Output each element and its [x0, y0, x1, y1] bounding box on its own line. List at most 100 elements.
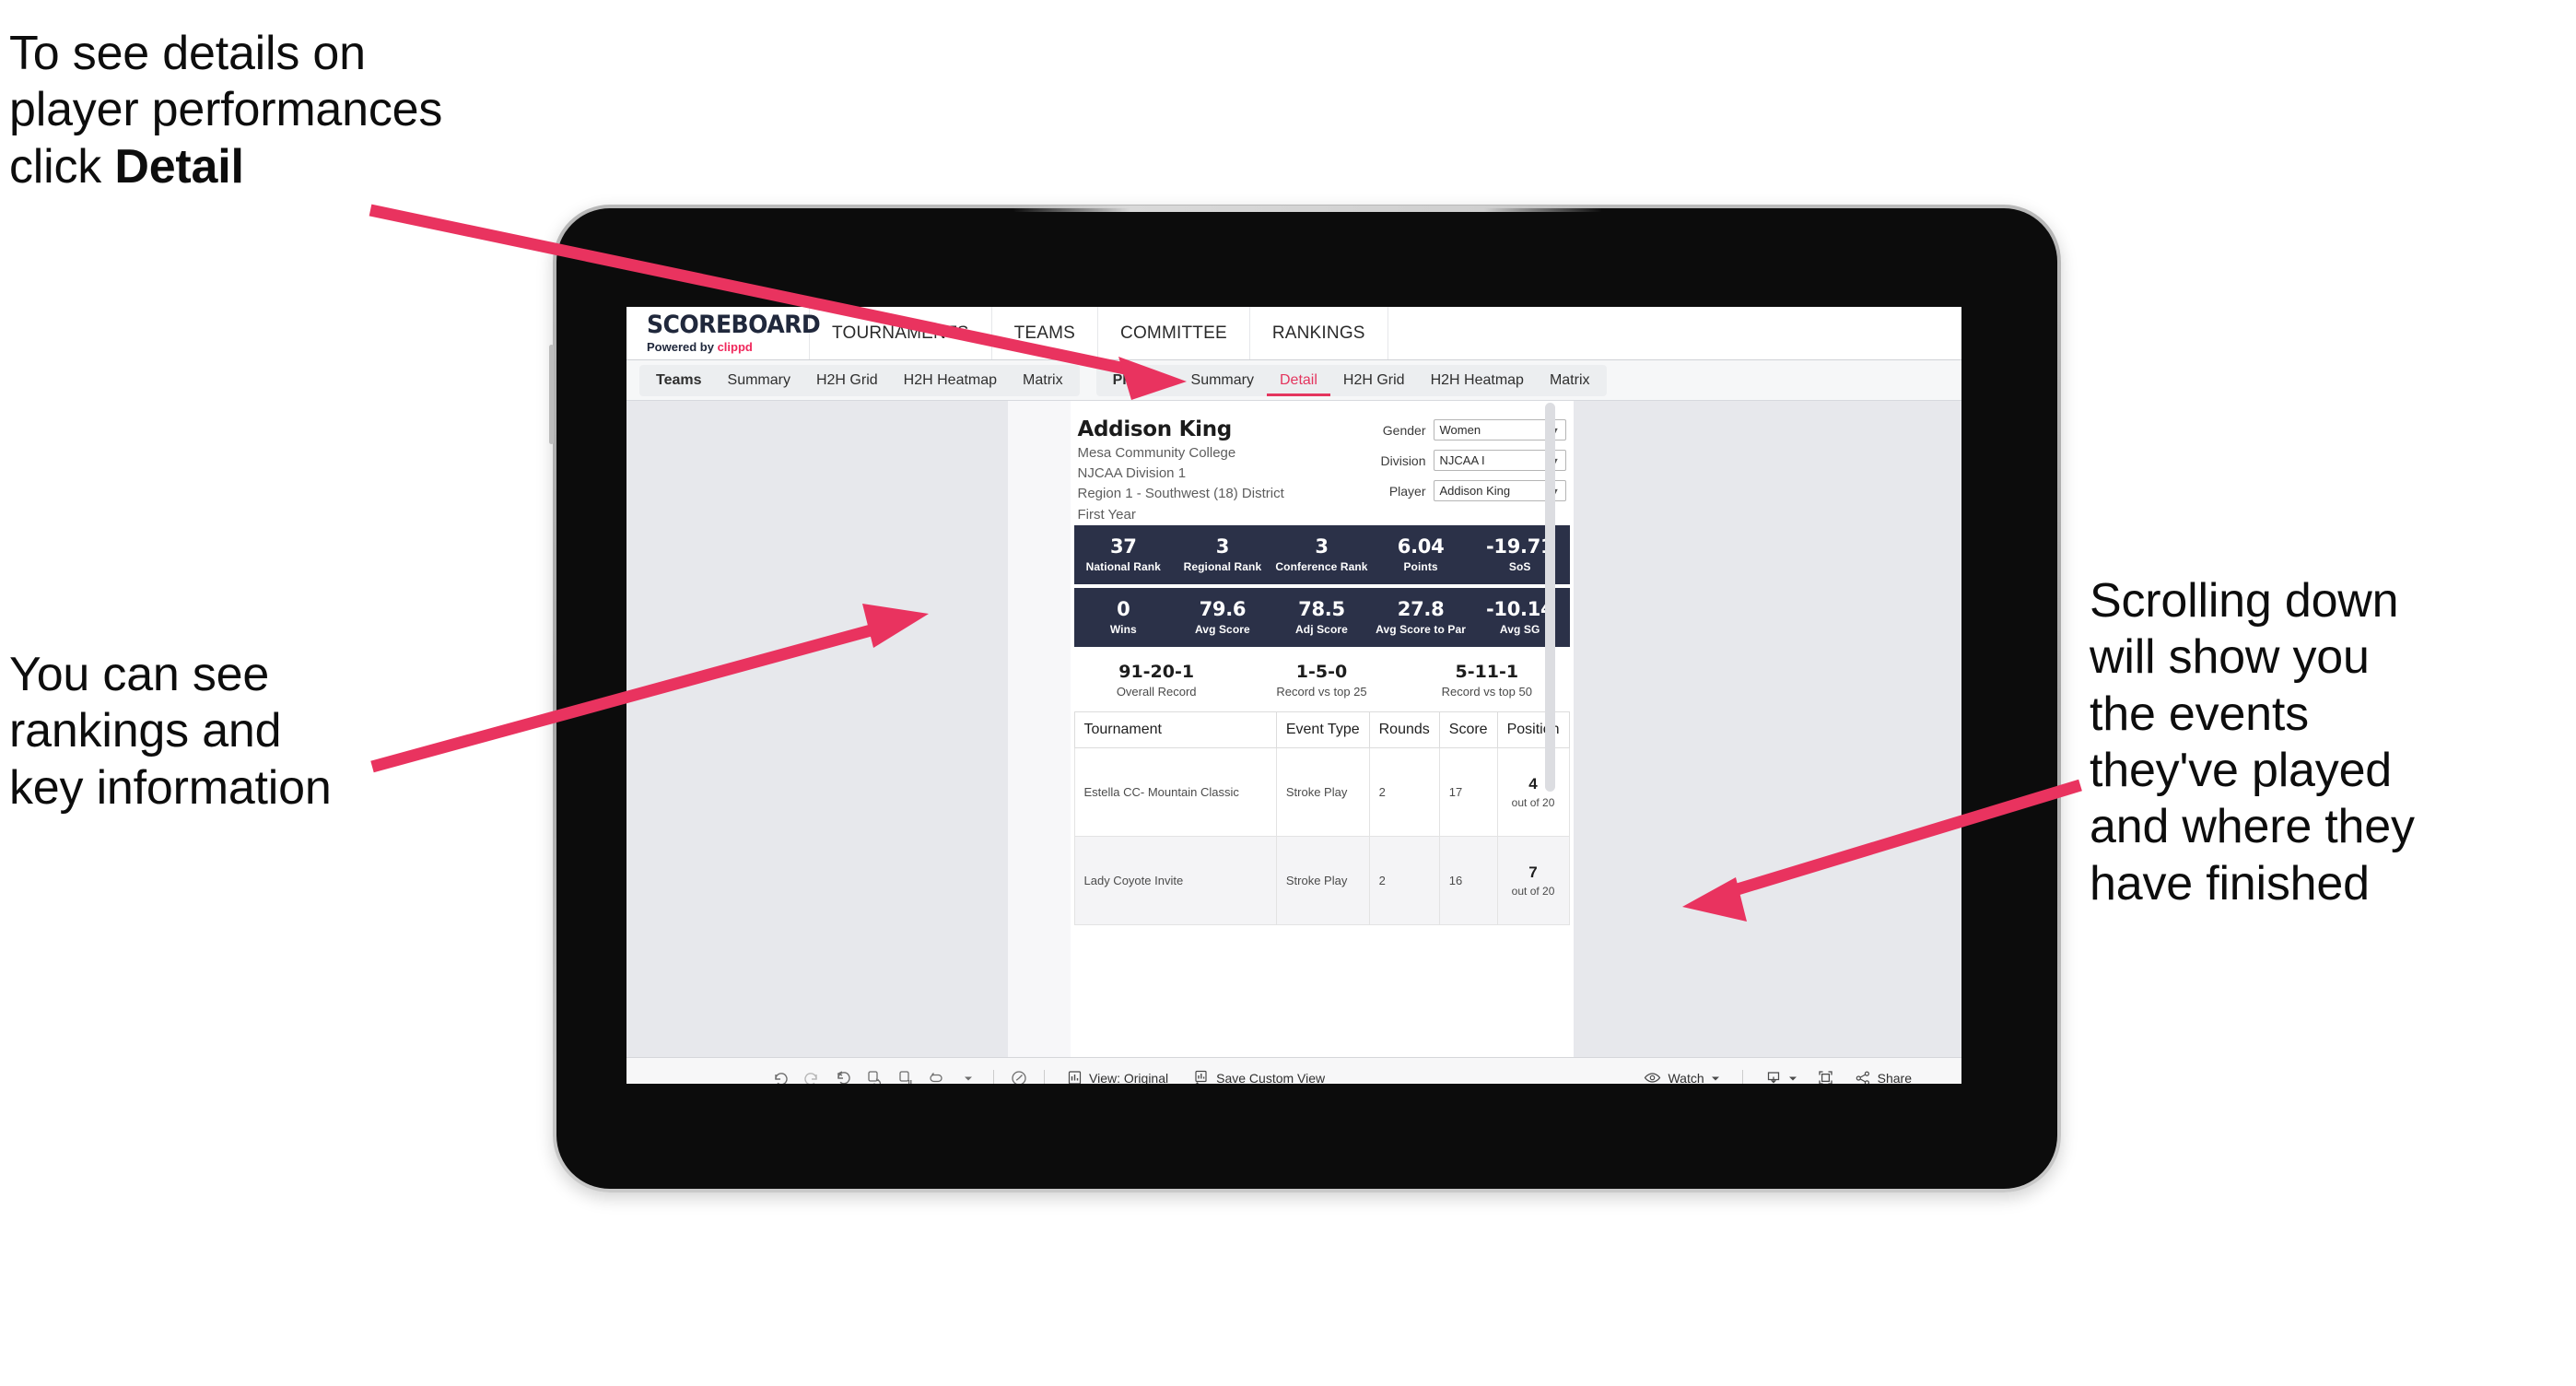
column-header-event-type[interactable]: Event Type — [1275, 711, 1370, 748]
subnav-item-players-detail[interactable]: Detail — [1267, 365, 1330, 396]
app-header: SCOREBOARD Powered by clippd TOURNAMENTS… — [626, 307, 1961, 360]
callout-top-left: To see details on player performances cl… — [9, 26, 654, 195]
report-sheet: Addison King Mesa Community College NJCA… — [1007, 401, 1574, 1057]
cell-tournament: Estella CC- Mountain Classic — [1073, 746, 1277, 837]
subnav-item-players-h2h-heatmap[interactable]: H2H Heatmap — [1418, 365, 1537, 396]
player-identity: Addison King Mesa Community College NJCA… — [1078, 417, 1284, 525]
stat-conference-rank: 3 Conference Rank — [1272, 536, 1372, 573]
top-navigation: TOURNAMENTS TEAMS COMMITTEE RANKINGS — [809, 307, 1388, 359]
column-header-tournament[interactable]: Tournament — [1073, 711, 1277, 748]
pause-refresh-icon[interactable] — [1003, 1063, 1035, 1084]
bottom-toolbar: View: Original Save Custom View Watch Sh… — [626, 1057, 1961, 1084]
filter-gender-label: Gender — [1382, 422, 1426, 438]
filter-division-value: NJCAA I — [1439, 453, 1485, 467]
subnav-item-teams-h2h-heatmap[interactable]: H2H Heatmap — [891, 365, 1010, 396]
cell-tournament: Lady Coyote Invite — [1073, 835, 1277, 925]
record-top25-value: 1-5-0 — [1295, 661, 1348, 682]
save-view-icon — [1194, 1070, 1210, 1084]
cell-position: 7 out of 20 — [1496, 835, 1570, 925]
chevron-down-icon[interactable] — [953, 1063, 984, 1085]
save-custom-view-button[interactable]: Save Custom View — [1181, 1070, 1338, 1084]
cell-event-type: Stroke Play — [1275, 835, 1370, 925]
stat-points: 6.04 Points — [1371, 536, 1470, 573]
stat-avg-score-to-par: 27.8 Avg Score to Par — [1371, 599, 1470, 636]
cell-rounds: 2 — [1368, 835, 1440, 925]
column-header-position[interactable]: Position — [1496, 711, 1570, 748]
fullscreen-icon[interactable] — [1810, 1063, 1842, 1084]
stat-conference-rank-label: Conference Rank — [1275, 559, 1368, 573]
stat-national-rank-label: National Rank — [1085, 559, 1161, 573]
cell-position-outof: out of 20 — [1511, 795, 1555, 809]
brand-subtitle: Powered by clippd — [647, 340, 809, 354]
top-nav-rankings[interactable]: RANKINGS — [1248, 307, 1388, 359]
undo-icon[interactable] — [765, 1063, 796, 1084]
stat-wins-value: 0 — [1117, 597, 1130, 620]
stat-adj-score: 78.5 Adj Score — [1272, 599, 1372, 636]
events-table: Tournament Event Type Rounds Score Posit… — [1073, 711, 1570, 925]
view-original-button[interactable]: View: Original — [1054, 1070, 1181, 1084]
subnav-item-players-matrix[interactable]: Matrix — [1537, 365, 1603, 396]
subnav-item-players[interactable]: Players — [1100, 365, 1178, 396]
top-nav-teams[interactable]: TEAMS — [990, 307, 1097, 359]
player-detail-card: Addison King Mesa Community College NJCA… — [1070, 401, 1574, 1057]
subnav-item-teams-h2h-grid[interactable]: H2H Grid — [803, 365, 891, 396]
brand-logo[interactable]: SCOREBOARD Powered by clippd — [626, 312, 821, 354]
tablet-top-speaker — [1012, 206, 1602, 212]
download-button[interactable] — [1752, 1070, 1810, 1085]
column-header-rounds[interactable]: Rounds — [1368, 711, 1440, 748]
filter-division-label: Division — [1380, 452, 1426, 468]
toolbar-divider — [1741, 1069, 1743, 1084]
pause-data-icon[interactable] — [890, 1063, 921, 1084]
callout-right: Scrolling down will show you the events … — [2090, 574, 2415, 910]
table-row[interactable]: Estella CC- Mountain Classic Stroke Play… — [1073, 746, 1570, 837]
cell-position-number: 7 — [1528, 863, 1538, 881]
download-icon — [1765, 1070, 1782, 1085]
revert-icon[interactable] — [827, 1063, 859, 1084]
subnav-item-players-h2h-grid[interactable]: H2H Grid — [1330, 365, 1418, 396]
toolbar-divider — [993, 1069, 994, 1084]
tablet-side-button — [549, 345, 554, 444]
subnav-item-players-summary[interactable]: Summary — [1178, 365, 1267, 396]
top-nav-tournaments[interactable]: TOURNAMENTS — [809, 307, 991, 359]
subnav-item-teams-matrix[interactable]: Matrix — [1010, 365, 1076, 396]
refresh-data-icon[interactable] — [859, 1063, 890, 1084]
top-nav-committee[interactable]: COMMITTEE — [1097, 307, 1249, 359]
player-header: Addison King Mesa Community College NJCA… — [1072, 414, 1572, 525]
stat-conference-rank-value: 3 — [1315, 534, 1329, 558]
cell-position-outof: out of 20 — [1511, 884, 1555, 898]
player-region: Region 1 - Southwest (18) District — [1077, 486, 1284, 502]
stat-avg-score-label: Avg Score — [1194, 622, 1250, 636]
powered-by-text: Powered by — [647, 340, 718, 354]
stat-national-rank: 37 National Rank — [1074, 536, 1174, 573]
stat-regional-rank-label: Regional Rank — [1183, 559, 1262, 573]
record-top25: 1-5-0 Record vs top 25 — [1239, 662, 1404, 699]
subnav-item-teams-summary[interactable]: Summary — [715, 365, 803, 396]
chevron-down-icon — [1711, 1074, 1720, 1083]
eye-icon — [1644, 1071, 1661, 1084]
player-name: Addison King — [1077, 417, 1233, 441]
player-school: Mesa Community College — [1077, 445, 1236, 461]
player-class-year: First Year — [1077, 506, 1136, 523]
stat-avg-score-value: 79.6 — [1199, 597, 1247, 620]
player-division: NJCAA Division 1 — [1077, 465, 1187, 482]
slide-canvas: To see details on player performances cl… — [0, 0, 2576, 1386]
filter-division: Division NJCAA I ▼ — [1371, 450, 1566, 471]
vertical-scrollbar[interactable] — [1544, 403, 1555, 792]
stat-points-value: 6.04 — [1397, 534, 1445, 558]
callout-mid-left: You can see rankings and key information — [9, 648, 332, 815]
pause-auto-update-icon[interactable] — [921, 1063, 953, 1085]
filter-player: Player Addison King ▼ — [1371, 480, 1566, 501]
redo-icon[interactable] — [796, 1063, 827, 1084]
table-row[interactable]: Lady Coyote Invite Stroke Play 2 16 7 ou… — [1073, 835, 1570, 925]
record-row: 91-20-1 Overall Record 1-5-0 Record vs t… — [1072, 647, 1572, 711]
save-custom-view-label: Save Custom View — [1216, 1070, 1326, 1085]
cell-position: 4 out of 20 — [1496, 746, 1570, 837]
cell-event-type: Stroke Play — [1275, 746, 1370, 837]
share-button[interactable]: Share — [1842, 1070, 1925, 1084]
column-header-score[interactable]: Score — [1438, 711, 1498, 748]
watch-button[interactable]: Watch — [1631, 1071, 1732, 1084]
sub-navigation: Teams Summary H2H Grid H2H Heatmap Matri… — [626, 360, 1961, 401]
subnav-item-teams[interactable]: Teams — [643, 365, 715, 396]
chevron-down-icon — [1788, 1074, 1797, 1083]
record-overall-label: Overall Record — [1116, 684, 1197, 699]
